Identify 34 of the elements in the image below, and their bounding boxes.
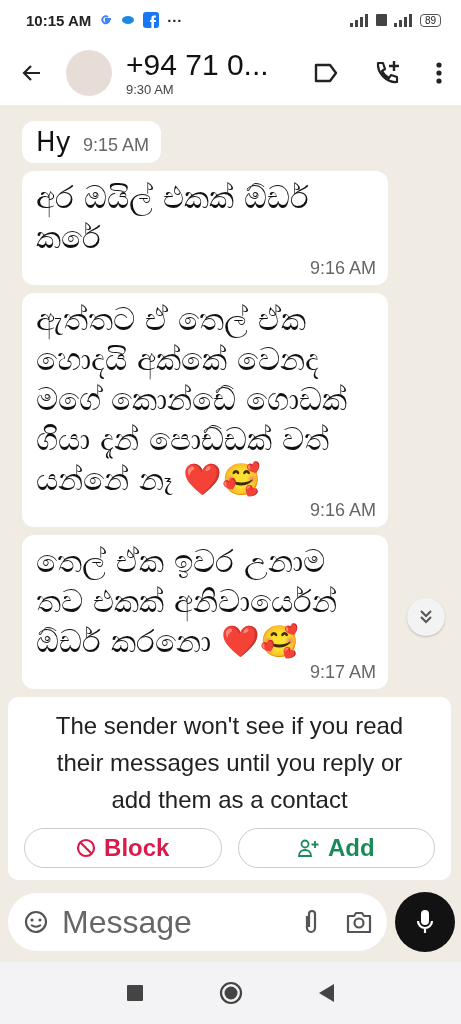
volte-signal-icon — [375, 13, 412, 27]
message-time: 9:15 AM — [82, 134, 149, 156]
more-notifications-text: ··· — [167, 11, 183, 29]
more-options-icon[interactable] — [435, 60, 443, 85]
message-time: 9:17 AM — [308, 661, 376, 683]
contact-name[interactable]: +94 71 0... — [126, 48, 279, 82]
block-button[interactable]: Block — [24, 828, 222, 868]
recents-square-icon[interactable] — [126, 985, 143, 1001]
sticker-icon[interactable] — [22, 908, 50, 936]
scroll-down-button[interactable] — [407, 598, 445, 636]
message-time: 9:16 AM — [308, 499, 376, 521]
label-icon[interactable] — [313, 61, 339, 84]
home-circle-icon[interactable] — [218, 981, 243, 1005]
message-text: Hy — [36, 127, 71, 157]
microphone-icon — [415, 908, 435, 936]
message-text: අර ඔයිල් එකක් ඕඩර් කරේ — [36, 179, 309, 255]
message-text: තෙල් ඒක ඉවර උනාම තව එකක් අනිවාර්යෙන් ඕඩර් කරනො ❤🥰 — [36, 543, 337, 659]
block-icon — [76, 838, 97, 858]
notice-text: The sender won't see if you read their messages until you reply or add them as a contact — [54, 711, 405, 815]
add-contact-icon — [297, 838, 320, 858]
microphone-button[interactable] — [395, 892, 455, 952]
status-time: 10:15 AM — [26, 11, 92, 29]
last-seen-time: 9:30 AM — [126, 82, 175, 97]
camera-icon[interactable] — [345, 909, 373, 935]
battery-indicator: 89 — [419, 13, 441, 27]
app-notification-icon — [121, 15, 136, 25]
add-button[interactable]: Add — [237, 828, 435, 868]
message-time: 9:16 AM — [308, 257, 376, 279]
facebook-icon — [143, 12, 160, 28]
double-chevron-down-icon — [418, 609, 434, 625]
back-triangle-icon[interactable] — [318, 984, 335, 1002]
message-text: ඇත්තට ඒ තෙල් ඒක හොදයි අක්කේ වෙනද මගේ කොන්ඩේ ගොඩක් ගියා දැන් පොඩ්ඩක් වත් යන්නේ නෑ ❤🥰 — [36, 301, 347, 497]
google-icon — [99, 13, 114, 27]
message-input-bar[interactable]: Message — [8, 893, 387, 951]
